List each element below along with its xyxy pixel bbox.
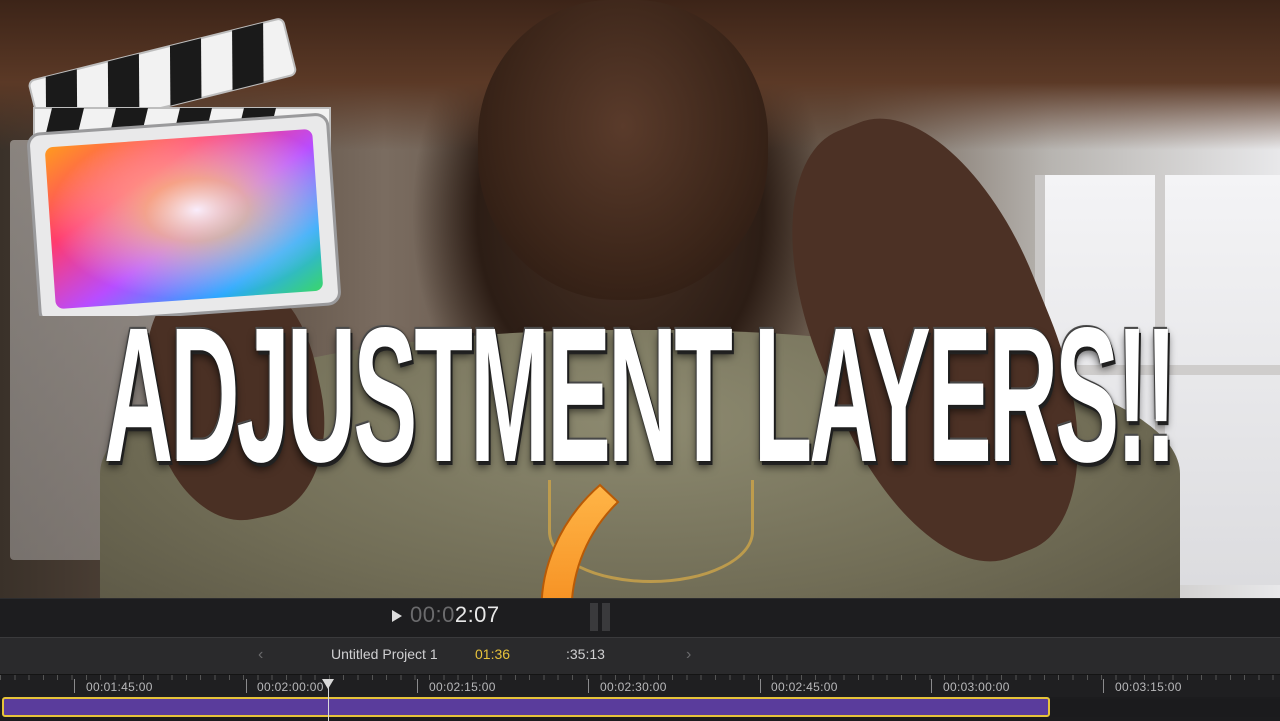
ruler-label: 00:03:00:00 (943, 680, 1010, 694)
ruler-label: 00:02:15:00 (429, 680, 496, 694)
timecode-marker (590, 603, 612, 631)
timeline-ruler[interactable]: 00:01:45:00 00:02:00:00 00:02:15:00 00:0… (0, 675, 1280, 697)
project-bar: ‹ Untitled Project 1 01:36 :35:13 › (0, 637, 1280, 675)
ruler-label: 00:02:00:00 (257, 680, 324, 694)
ruler-tick (931, 679, 932, 693)
project-name: Untitled Project 1 (331, 646, 438, 662)
playhead-line[interactable] (328, 681, 329, 721)
project-duration: :35:13 (566, 646, 605, 662)
chevron-left-icon[interactable]: ‹ (258, 646, 263, 664)
fcp-timeline-panel: 00:02:07 ‹ Untitled Project 1 01:36 :35:… (0, 598, 1280, 721)
final-cut-pro-logo-icon (27, 18, 341, 316)
timecode-current: 2:07 (454, 602, 500, 627)
timecode-display: 00:02:07 (410, 602, 500, 628)
timeline-clip[interactable] (2, 697, 1050, 717)
ruler-tick (246, 679, 247, 693)
thumbnail-title: ADJUSTMENT LAYERS!! (103, 289, 1177, 503)
chevron-right-icon[interactable]: › (686, 646, 691, 664)
timeline-empty-area[interactable] (1050, 699, 1280, 717)
ruler-tick (760, 679, 761, 693)
ruler-tick (74, 679, 75, 693)
ruler-label: 00:03:15:00 (1115, 680, 1182, 694)
ruler-tick (588, 679, 589, 693)
ruler-label: 00:01:45:00 (86, 680, 153, 694)
ruler-tick (417, 679, 418, 693)
ruler-tick (1103, 679, 1104, 693)
play-icon[interactable] (392, 610, 402, 622)
ruler-label: 00:02:45:00 (771, 680, 838, 694)
timecode-dim: 00:0 (410, 602, 455, 627)
thumbnail-frame: ADJUSTMENT LAYERS!! 00:02:07 ‹ Untitled … (0, 0, 1280, 721)
viewer-transport: 00:02:07 (0, 599, 1280, 637)
ruler-label: 00:02:30:00 (600, 680, 667, 694)
selected-duration: 01:36 (475, 646, 511, 662)
